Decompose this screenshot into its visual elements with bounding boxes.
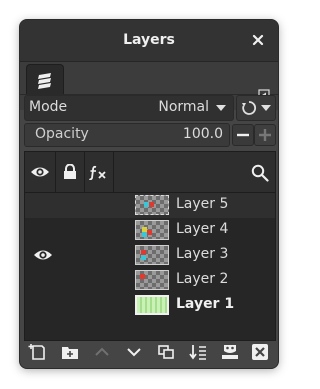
layer-thumbnail bbox=[135, 245, 169, 265]
merge-layer-button[interactable] bbox=[188, 342, 208, 362]
layer-row[interactable]: Layer 2 bbox=[25, 268, 275, 293]
layer-name[interactable]: Layer 5 bbox=[176, 196, 228, 212]
layer-row[interactable]: Layer 3 bbox=[25, 243, 275, 268]
mode-combo[interactable]: Mode Normal bbox=[24, 95, 234, 121]
layer-thumbnail bbox=[135, 270, 169, 290]
lock-icon bbox=[64, 164, 76, 179]
layer-row[interactable]: Layer 4 bbox=[25, 218, 275, 243]
delete-icon bbox=[252, 344, 268, 360]
composite-mode-combo[interactable] bbox=[236, 95, 276, 121]
mode-value: Normal bbox=[158, 99, 209, 115]
chevron-down-icon bbox=[216, 105, 226, 111]
plus-icon bbox=[259, 129, 271, 141]
layer-name[interactable]: Layer 2 bbox=[176, 271, 228, 287]
layer-list-header bbox=[25, 152, 275, 193]
new-layer-icon bbox=[28, 344, 45, 360]
lock-column-header[interactable] bbox=[55, 152, 85, 192]
eye-icon[interactable] bbox=[31, 247, 55, 263]
effects-column-header[interactable] bbox=[84, 152, 114, 192]
layers-dialog: Layers Mode Normal Opacity 100.0 Layer 5… bbox=[20, 20, 278, 368]
opacity-spinscale[interactable]: Opacity 100.0 bbox=[24, 123, 230, 147]
opacity-decrease-button[interactable] bbox=[232, 124, 254, 146]
opacity-increase-button[interactable] bbox=[254, 124, 276, 146]
merge-down-icon bbox=[189, 345, 206, 360]
lower-layer-button[interactable] bbox=[124, 342, 144, 362]
opacity-row: Opacity 100.0 bbox=[24, 123, 276, 149]
eye-icon bbox=[31, 167, 49, 177]
layer-thumbnail bbox=[135, 295, 169, 315]
layer-group-icon bbox=[62, 347, 78, 359]
composite-mode-icon bbox=[242, 101, 257, 115]
layer-thumbnail bbox=[135, 220, 169, 240]
chevron-down-icon bbox=[261, 105, 271, 111]
search-button[interactable] bbox=[245, 152, 275, 192]
layers-stack-icon bbox=[38, 73, 51, 89]
mode-row: Mode Normal bbox=[24, 95, 276, 121]
layer-mask-button[interactable] bbox=[220, 342, 240, 362]
mode-label: Mode bbox=[29, 99, 68, 115]
title-bar: Layers bbox=[20, 20, 278, 62]
tab-layers[interactable] bbox=[26, 64, 64, 95]
opacity-label: Opacity bbox=[35, 126, 89, 142]
raise-layer-button[interactable] bbox=[92, 342, 112, 362]
layer-row[interactable]: Layer 5 bbox=[25, 193, 275, 218]
layer-thumbnail bbox=[135, 195, 169, 215]
layer-list: Layer 5 Layer 4 Layer 3 Layer 2 Layer 1 bbox=[24, 151, 276, 341]
mask-icon bbox=[222, 345, 238, 359]
layer-toolbar bbox=[20, 334, 278, 368]
minus-icon bbox=[237, 133, 249, 137]
new-layer-button[interactable] bbox=[28, 342, 48, 362]
duplicate-icon bbox=[158, 345, 174, 359]
close-icon[interactable] bbox=[250, 32, 266, 48]
layer-name[interactable]: Layer 1 bbox=[176, 296, 234, 312]
opacity-value: 100.0 bbox=[182, 126, 223, 142]
layer-name[interactable]: Layer 3 bbox=[176, 246, 228, 262]
duplicate-layer-button[interactable] bbox=[156, 342, 176, 362]
layer-row[interactable]: Layer 1 bbox=[25, 293, 275, 318]
search-icon bbox=[251, 164, 269, 182]
new-layer-group-button[interactable] bbox=[60, 342, 80, 362]
effects-fx-icon bbox=[89, 165, 106, 180]
layer-name[interactable]: Layer 4 bbox=[176, 221, 228, 237]
chevron-up-icon bbox=[95, 347, 109, 356]
visibility-column-header[interactable] bbox=[25, 152, 56, 192]
delete-layer-button[interactable] bbox=[250, 342, 270, 362]
chevron-down-icon bbox=[127, 348, 141, 357]
window-title: Layers bbox=[123, 32, 175, 48]
